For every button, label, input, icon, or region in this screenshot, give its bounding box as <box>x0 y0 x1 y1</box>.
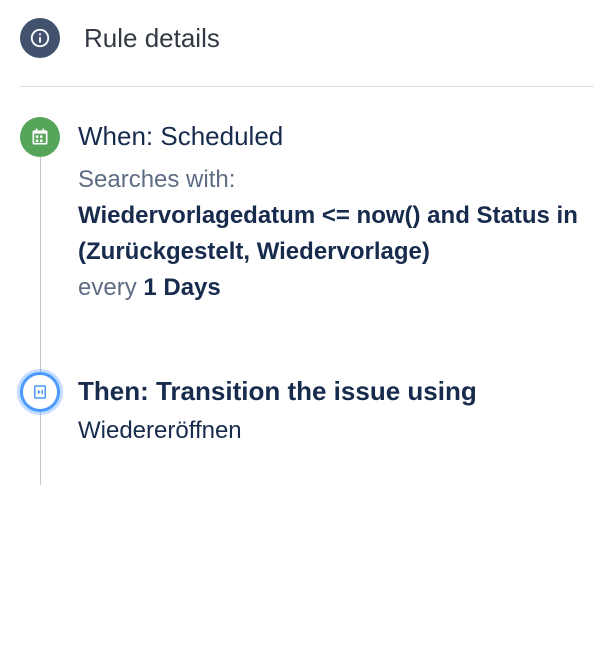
trigger-step[interactable]: When: Scheduled Searches with: Wiedervor… <box>60 121 594 306</box>
transition-icon <box>20 372 60 412</box>
divider <box>20 86 594 87</box>
trigger-every-label: every <box>78 274 137 301</box>
action-transition: Wiedereröffnen <box>78 417 594 445</box>
timeline-connector <box>40 157 41 485</box>
trigger-body: When: Scheduled Searches with: Wiedervor… <box>60 121 594 306</box>
rule-details-title: Rule details <box>84 23 220 54</box>
trigger-jql: Wiedervorlagedatum <= now() and Status i… <box>78 202 578 265</box>
action-body: Then: Transition the issue using Wiedere… <box>60 376 594 445</box>
trigger-searches-label: Searches with: <box>78 162 594 198</box>
rule-details-header[interactable]: Rule details <box>20 18 594 86</box>
rule-timeline: When: Scheduled Searches with: Wiedervor… <box>20 121 594 445</box>
action-title: Then: Transition the issue using <box>78 376 594 407</box>
trigger-title: When: Scheduled <box>78 121 594 152</box>
action-step[interactable]: Then: Transition the issue using Wiedere… <box>60 376 594 445</box>
calendar-icon <box>20 117 60 157</box>
trigger-interval: 1 Days <box>143 274 220 301</box>
info-icon <box>20 18 60 58</box>
